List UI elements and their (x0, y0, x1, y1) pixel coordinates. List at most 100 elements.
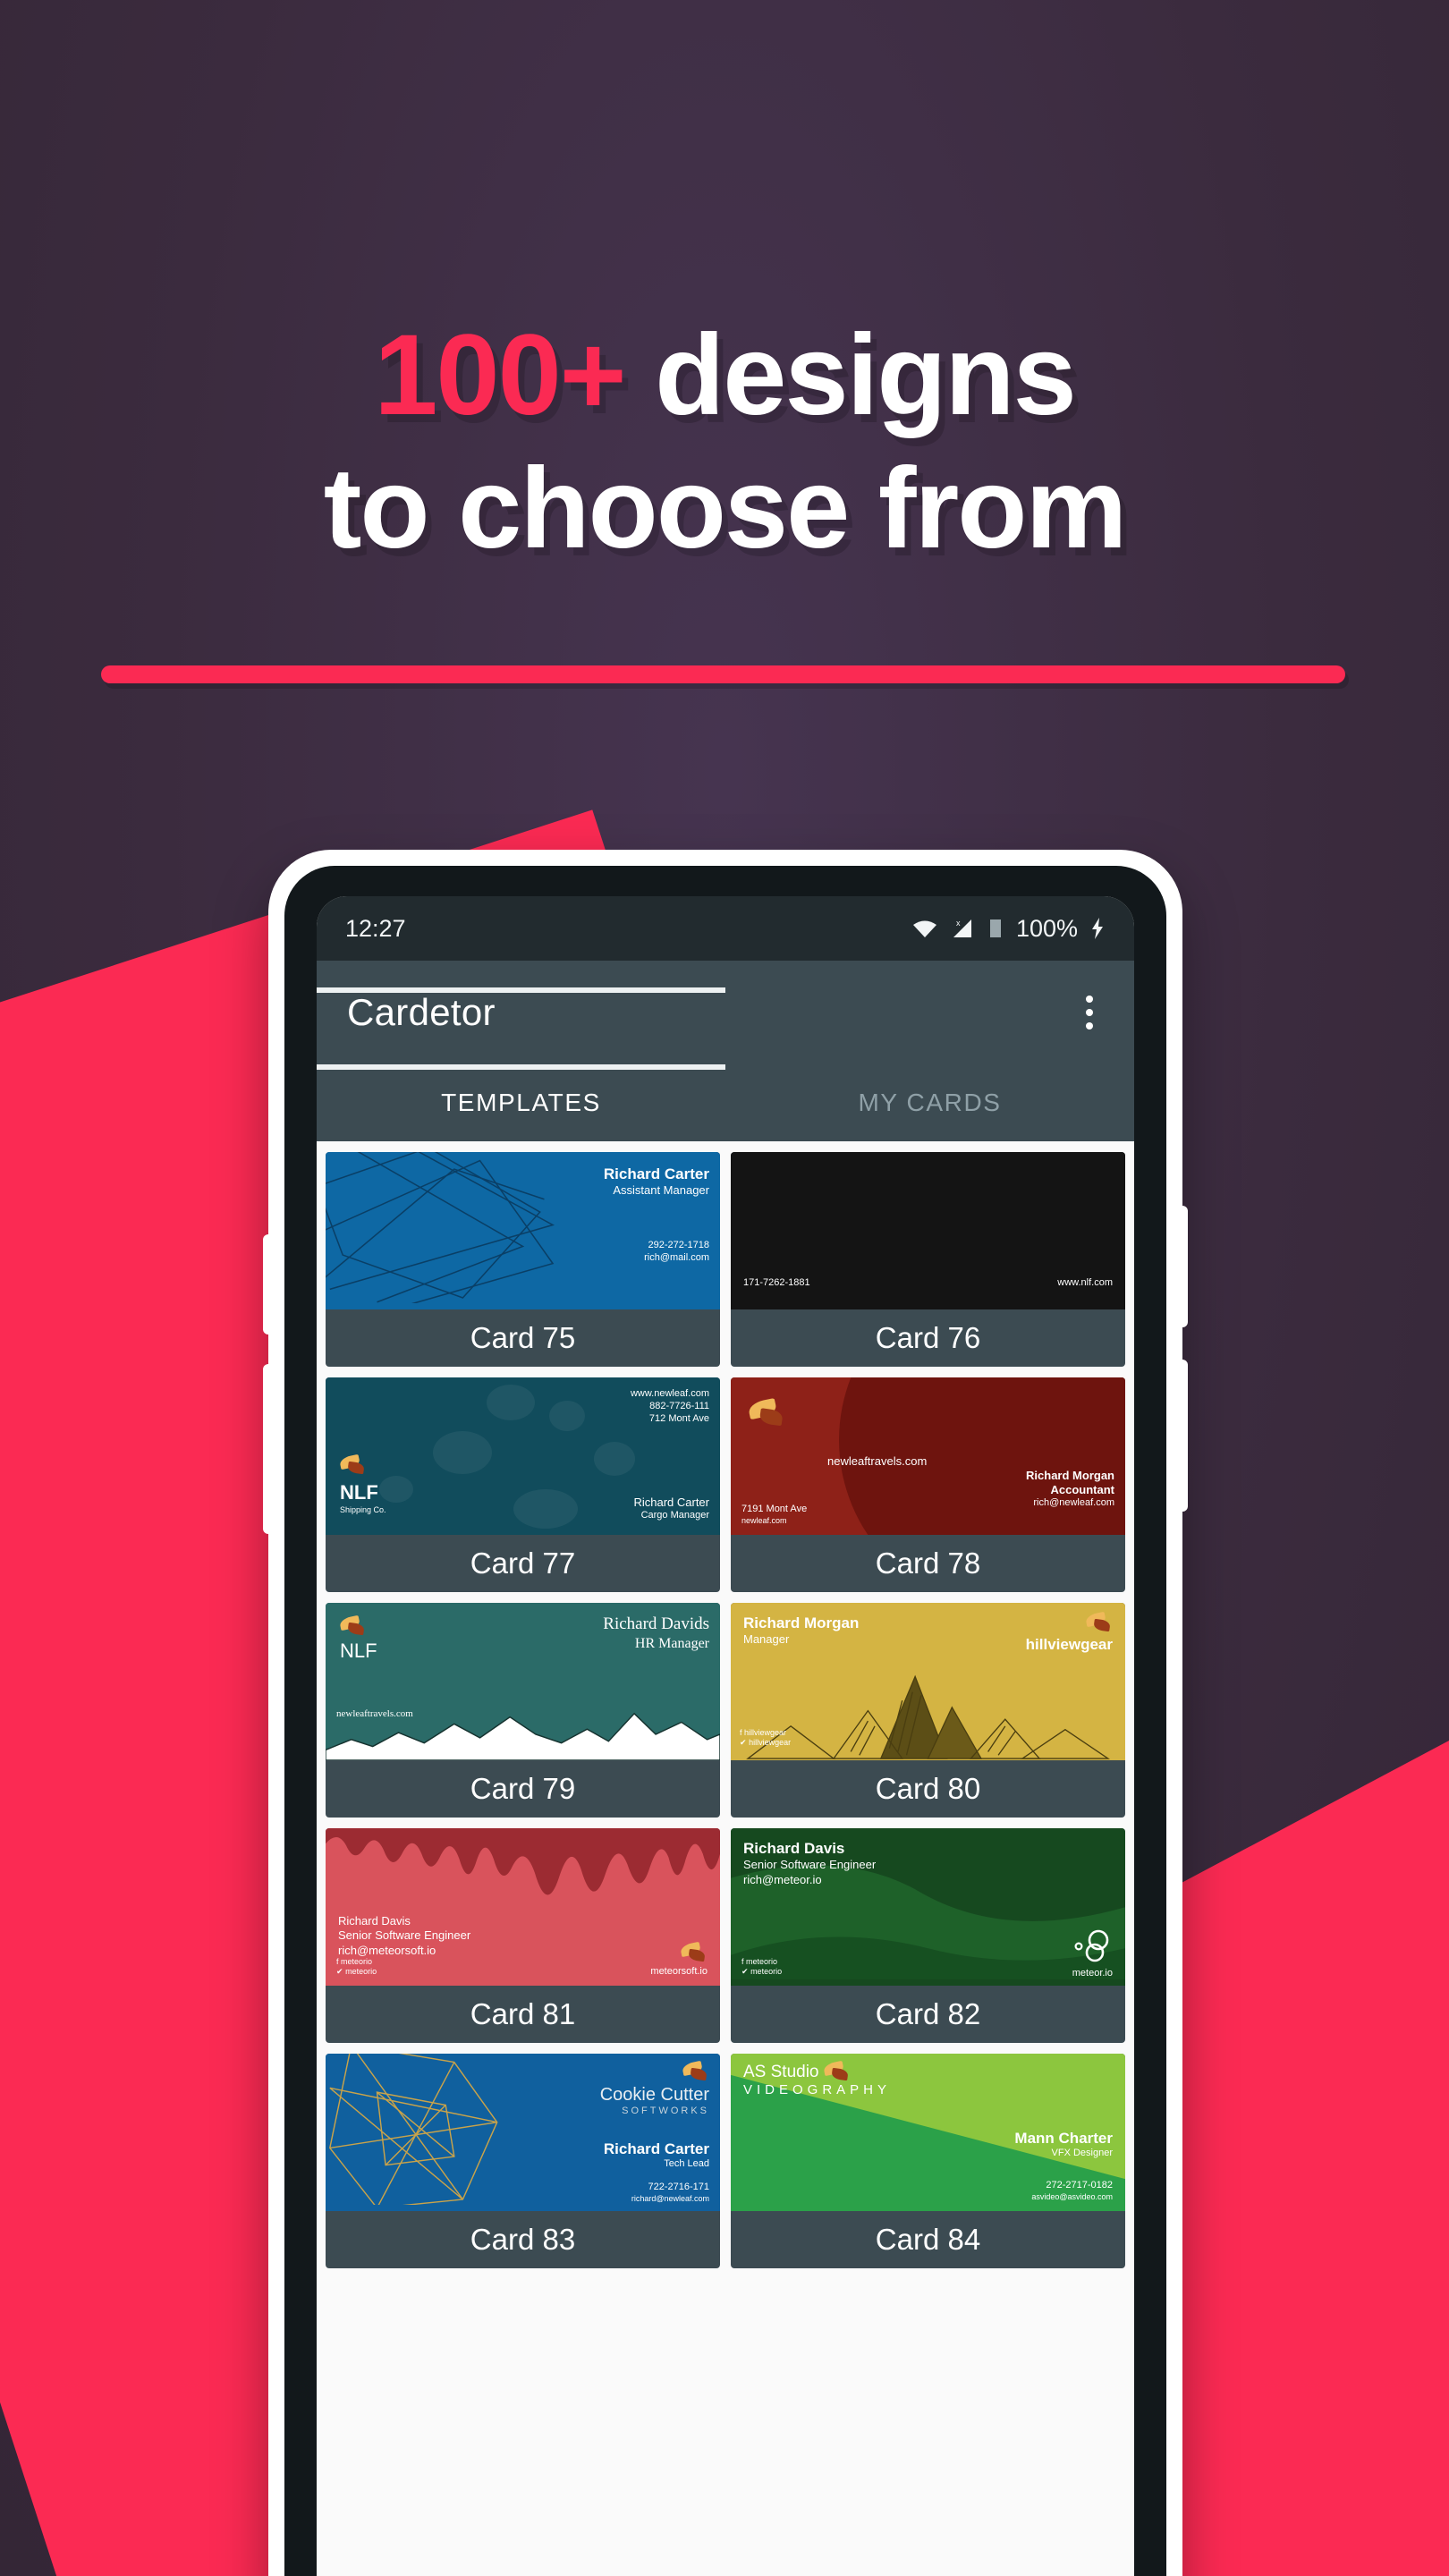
card-81-brand-block: meteorsoft.io (650, 1941, 708, 1977)
card-77-label: Card 77 (470, 1546, 576, 1580)
phone-button-left-lower[interactable] (263, 1364, 275, 1534)
card-78-address: 7191 Mont Ave (741, 1504, 808, 1514)
card-76-phone: 171-7262-1881 (743, 1277, 810, 1289)
card-77-website: www.newleaf.com (630, 1388, 709, 1399)
facebook-icon: f (740, 1727, 742, 1737)
card-79-name: Richard Davids (603, 1614, 709, 1633)
sim-icon (989, 919, 1001, 937)
template-tile-card-78[interactable]: newleaftravels.com Richard Morgan Accoun… (731, 1377, 1125, 1592)
card-80-role: Manager (743, 1632, 790, 1647)
card-83-email: richard@newleaf.com (631, 2193, 709, 2203)
card-art-77: NLF Shipping Co. www.newleaf.com 882-772… (326, 1377, 720, 1535)
card-84-brand-block: AS Studio VIDEOGRAPHY (743, 2060, 892, 2097)
twitter-icon: ✔ (336, 1966, 343, 1976)
template-tile-card-77[interactable]: NLF Shipping Co. www.newleaf.com 882-772… (326, 1377, 720, 1592)
phone-button-right-upper[interactable] (1175, 1206, 1188, 1327)
tab-templates-label: TEMPLATES (441, 1089, 601, 1116)
card-80-brand: hillviewgear (1025, 1636, 1113, 1653)
leaf-logo-icon (679, 1941, 708, 1962)
leaf-logo-icon (338, 1614, 367, 1636)
leaf-logo-icon (822, 2060, 851, 2081)
card-art-76: 171-7262-1881 www.nlf.com (731, 1152, 1125, 1309)
template-tile-card-83[interactable]: Cookie Cutter SOFTWORKS Richard Carter T… (326, 2054, 720, 2268)
card-81-role: Senior Software Engineer (338, 1928, 471, 1943)
card-83-name: Richard Carter (603, 2140, 709, 2157)
card-79-brand: NLF (340, 1640, 377, 1662)
card-art-75: Richard Carter Assistant Manager 292-272… (326, 1152, 720, 1309)
card-78-name: Richard Morgan (1026, 1468, 1114, 1482)
tab-my-cards-label: MY CARDS (858, 1089, 1002, 1116)
card-84-name: Mann Charter (1014, 2130, 1113, 2147)
card-77-logo: NLF Shipping Co. (338, 1453, 386, 1515)
card-77-address: 712 Mont Ave (648, 1412, 709, 1424)
card-82-name: Richard Davis (743, 1840, 845, 1857)
card-81-social-fb: meteorio (341, 1956, 373, 1966)
card-75-phone: 292-272-1718 (648, 1240, 709, 1250)
card-80-social-fb: hillviewgear (744, 1727, 787, 1737)
card-75-text: Richard Carter Assistant Manager (604, 1165, 709, 1199)
tab-templates[interactable]: TEMPLATES (317, 987, 725, 1141)
card-84-role: VFX Designer (1051, 2148, 1113, 2159)
template-tile-card-75[interactable]: Richard Carter Assistant Manager 292-272… (326, 1152, 720, 1367)
app-title: Cardetor (347, 991, 496, 1033)
card-83-brand: Cookie Cutter (599, 2085, 709, 2105)
headline-rest: designs (624, 311, 1077, 439)
template-tile-card-79[interactable]: NLF Richard Davids HR Manager newleaftra… (326, 1603, 720, 1818)
battery-percent: 100% (1015, 914, 1078, 942)
facebook-icon: f (741, 1956, 744, 1966)
card-art-82: Richard Davis Senior Software Engineer r… (731, 1828, 1125, 1986)
card-75-role: Assistant Manager (613, 1183, 709, 1198)
leaf-logo-icon (747, 1397, 786, 1427)
card-78-email: rich@newleaf.com (1033, 1497, 1114, 1509)
card-77-role: Cargo Manager (640, 1510, 709, 1521)
tab-active-indicator (317, 1064, 725, 1070)
card-81-email: rich@meteorsoft.io (338, 1943, 436, 1957)
card-84-tagline: VIDEOGRAPHY (743, 2082, 892, 2097)
card-art-83: Cookie Cutter SOFTWORKS Richard Carter T… (326, 2054, 720, 2211)
card-82-social-tw: meteorio (750, 1966, 783, 1976)
card-81-label: Card 81 (470, 1997, 576, 2030)
card-75-name: Richard Carter (603, 1165, 709, 1182)
card-83-role: Tech Lead (664, 2158, 709, 2170)
leaf-logo-icon (1084, 1611, 1113, 1632)
template-tile-card-84[interactable]: AS Studio VIDEOGRAPHY Mann Charter VFX D… (731, 2054, 1125, 2268)
signal-icon: x (953, 919, 971, 937)
twitter-icon: ✔ (741, 1966, 749, 1976)
meteor-circles-icon (1074, 1929, 1109, 1962)
template-tile-card-80[interactable]: Richard Morgan Manager hillviewgear f hi… (731, 1603, 1125, 1818)
card-83-brand-block: Cookie Cutter SOFTWORKS (599, 2060, 709, 2116)
card-77-brand: NLF (340, 1481, 378, 1504)
phone-button-right-lower[interactable] (1175, 1360, 1188, 1512)
card-83-tagline: SOFTWORKS (622, 2106, 709, 2116)
template-tile-card-81[interactable]: Richard Davis Senior Software Engineer r… (326, 1828, 720, 2043)
card-82-label: Card 82 (875, 1997, 981, 2030)
template-tile-card-76[interactable]: 171-7262-1881 www.nlf.com Card 76 (731, 1152, 1125, 1367)
tab-my-cards[interactable]: MY CARDS (725, 1064, 1134, 1141)
card-83-phone: 722-2716-171 (648, 2182, 709, 2192)
overflow-menu-icon[interactable] (1075, 987, 1104, 1038)
card-75-email: rich@mail.com (644, 1251, 709, 1263)
promo-headline: 100+ designs to choose from (0, 317, 1449, 572)
leaf-logo-icon (681, 2060, 709, 2081)
card-82-brand: meteor.io (1072, 1968, 1113, 1979)
card-84-phone: 272-2717-0182 (1046, 2180, 1113, 2190)
app-bar: Cardetor (317, 961, 1134, 1064)
card-83-label: Card 83 (470, 2223, 576, 2256)
template-tile-card-82[interactable]: Richard Davis Senior Software Engineer r… (731, 1828, 1125, 2043)
card-art-80: Richard Morgan Manager hillviewgear f hi… (731, 1603, 1125, 1760)
card-art-78: newleaftravels.com Richard Morgan Accoun… (731, 1377, 1125, 1535)
tab-bar: TEMPLATES MY CARDS (317, 987, 1134, 1141)
card-80-name: Richard Morgan (743, 1614, 860, 1631)
card-76-label: Card 76 (875, 1321, 981, 1354)
headline-line-2: to choose from (323, 444, 1128, 572)
phone-button-left-upper[interactable] (263, 1234, 275, 1335)
card-81-brand: meteorsoft.io (650, 1966, 708, 1977)
card-79-label: Card 79 (470, 1772, 576, 1805)
facebook-icon: f (336, 1956, 339, 1966)
accent-divider-bar (101, 665, 1345, 683)
card-80-label: Card 80 (875, 1772, 981, 1805)
card-79-role: HR Manager (634, 1635, 709, 1651)
phone-mockup: 12:27 x 100% Cardetor TEMPLATES MY CARDS… (263, 850, 1188, 2576)
card-84-brand: AS Studio (743, 2063, 819, 2081)
template-grid: Richard Carter Assistant Manager 292-272… (317, 1141, 1134, 2279)
